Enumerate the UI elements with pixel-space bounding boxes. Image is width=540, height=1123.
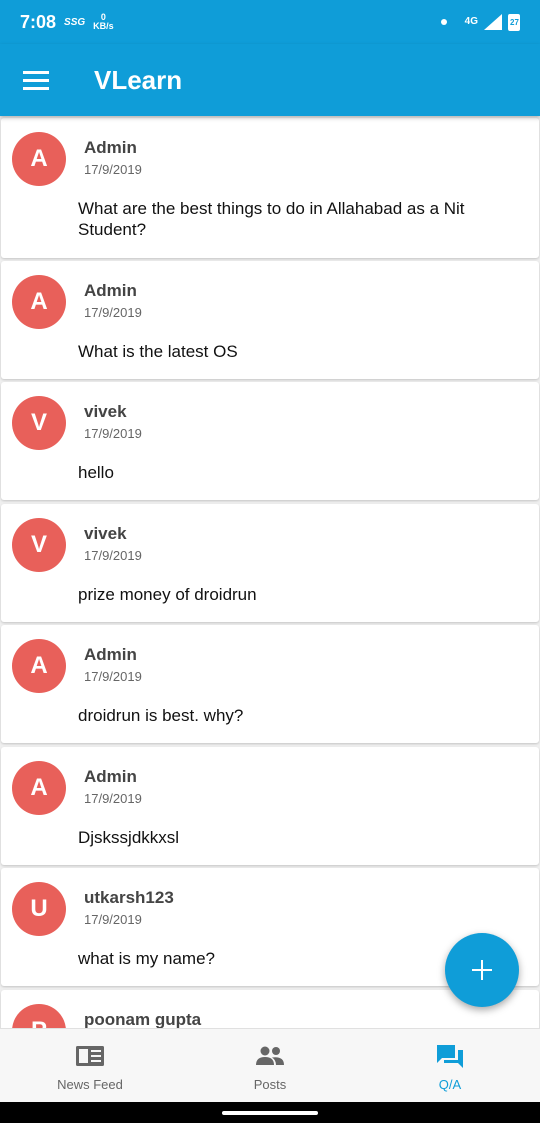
question-card[interactable]: A Admin 17/9/2019 droidrun is best. why? — [1, 625, 539, 743]
nav-label-posts: Posts — [253, 1077, 287, 1092]
author-name: Admin — [84, 281, 137, 300]
author-name: Admin — [84, 645, 137, 664]
nav-news-feed[interactable]: News Feed — [0, 1029, 180, 1102]
system-navigation-bar — [0, 1102, 540, 1123]
author-name: vivek — [84, 524, 127, 543]
nav-posts[interactable]: Posts — [180, 1029, 360, 1102]
question-card[interactable]: V vivek 17/9/2019 prize money of droidru… — [1, 504, 539, 622]
author-name: Admin — [84, 138, 137, 157]
question-list[interactable]: A Admin 17/9/2019 What are the best thin… — [0, 118, 540, 1028]
post-date: 17/9/2019 — [84, 912, 142, 927]
avatar: V — [12, 518, 66, 572]
status-icons: 4G 27 — [440, 13, 520, 31]
question-text: prize money of droidrun — [78, 585, 257, 604]
data-rate: 0 KB/s — [93, 13, 114, 31]
author-name: vivek — [84, 402, 127, 421]
post-date: 17/9/2019 — [84, 162, 142, 177]
avatar: P — [12, 1004, 66, 1028]
question-card[interactable]: A Admin 17/9/2019 What is the latest OS — [1, 261, 539, 379]
app-title: VLearn — [94, 64, 183, 95]
question-text: droidrun is best. why? — [78, 706, 244, 725]
question-card[interactable]: V vivek 17/9/2019 hello — [1, 382, 539, 500]
hamburger-menu-icon — [23, 70, 49, 90]
question-text: hello — [78, 463, 114, 482]
notification-dot-icon — [440, 19, 447, 25]
author-name: Admin — [84, 767, 137, 786]
question-text: What is the latest OS — [78, 342, 238, 361]
avatar: V — [12, 396, 66, 450]
newspaper-icon — [75, 1043, 105, 1069]
carrier-label: SSG — [64, 16, 86, 28]
nav-qa[interactable]: Q/A — [360, 1029, 540, 1102]
question-text: What are the best things to do in Allaha… — [78, 199, 465, 239]
status-bar: 7:08 SSG 0 KB/s 4G 27 — [0, 0, 540, 44]
author-name: utkarsh123 — [84, 888, 174, 907]
post-date: 17/9/2019 — [84, 426, 142, 441]
question-text: Djskssjdkkxsl — [78, 828, 180, 847]
bottom-navigation: News Feed Posts Q/A — [0, 1028, 540, 1102]
plus-icon — [472, 960, 492, 980]
avatar: U — [12, 882, 66, 936]
avatar: A — [12, 761, 66, 815]
data-rate-unit: KB/s — [93, 21, 114, 31]
menu-button[interactable] — [0, 44, 72, 116]
avatar: A — [12, 275, 66, 329]
nav-label-qa: Q/A — [438, 1077, 462, 1092]
post-date: 17/9/2019 — [84, 791, 142, 806]
home-gesture-handle[interactable] — [222, 1111, 318, 1115]
status-time: 7:08 — [20, 11, 57, 32]
avatar: A — [12, 639, 66, 693]
question-card[interactable]: A Admin 17/9/2019 Djskssjdkkxsl — [1, 747, 539, 865]
people-icon — [255, 1043, 285, 1069]
avatar: A — [12, 132, 66, 186]
post-date: 17/9/2019 — [84, 305, 142, 320]
app-bar: VLearn — [0, 44, 540, 116]
network-type: 4G — [464, 16, 478, 27]
nav-label-news-feed: News Feed — [57, 1077, 123, 1092]
post-date: 17/9/2019 — [84, 548, 142, 563]
post-date: 17/9/2019 — [84, 669, 142, 684]
signal-icon — [484, 14, 502, 30]
forum-icon — [435, 1043, 465, 1069]
author-name: poonam gupta — [84, 1010, 202, 1028]
add-question-button[interactable] — [445, 933, 519, 1007]
question-card[interactable]: A Admin 17/9/2019 What are the best thin… — [1, 118, 539, 258]
battery-icon: 27 — [508, 13, 520, 31]
